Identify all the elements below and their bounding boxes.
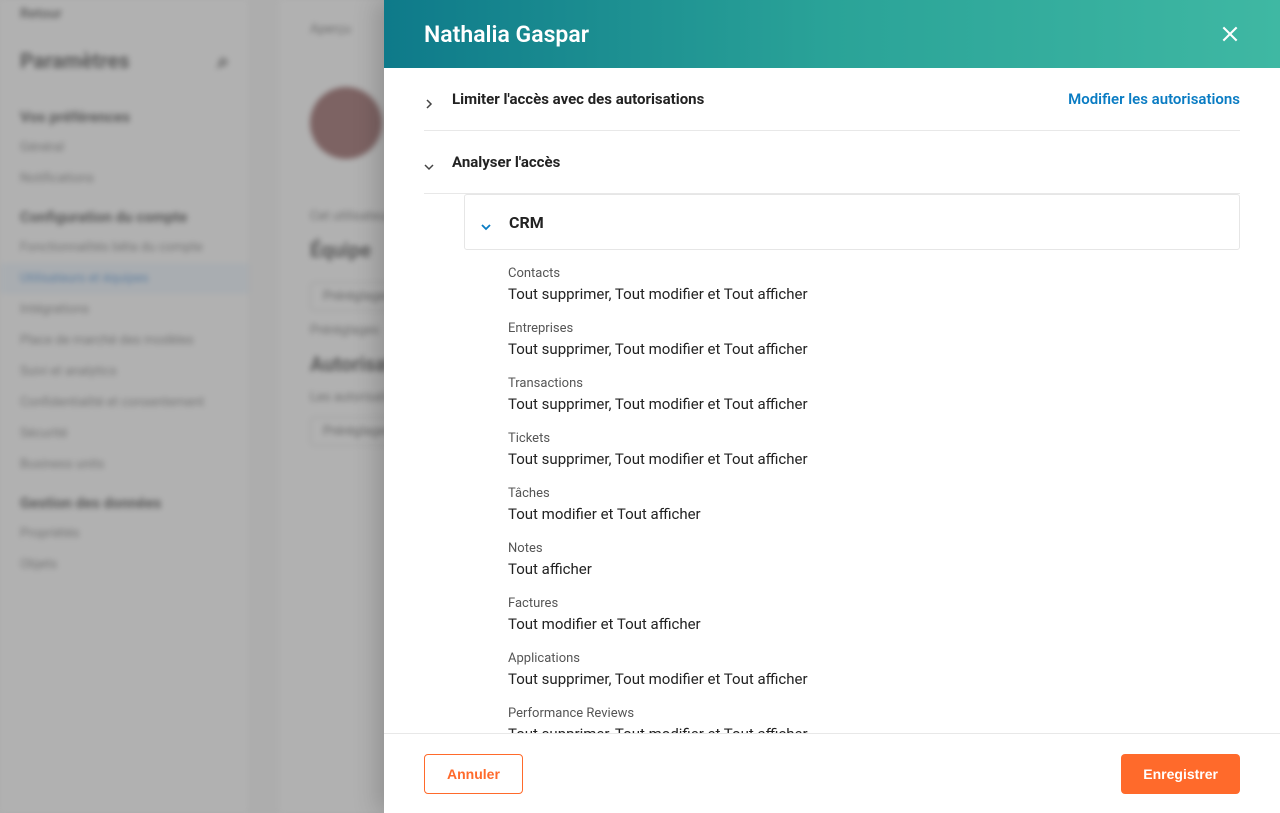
permission-value: Tout supprimer, Tout modifier et Tout af… (508, 725, 1240, 733)
crm-heading: CRM (509, 213, 544, 232)
permission-item: Applications Tout supprimer, Tout modifi… (508, 651, 1240, 688)
panel-title: Nathalia Gaspar (424, 21, 589, 48)
analyze-access-section[interactable]: Analyser l'accès (424, 131, 1240, 194)
permission-item: Transactions Tout supprimer, Tout modifi… (508, 376, 1240, 413)
save-button[interactable]: Enregistrer (1121, 754, 1240, 794)
permission-item: Performance Reviews Tout supprimer, Tout… (508, 706, 1240, 733)
permission-value: Tout supprimer, Tout modifier et Tout af… (508, 340, 1240, 358)
permission-value: Tout supprimer, Tout modifier et Tout af… (508, 395, 1240, 413)
cancel-button[interactable]: Annuler (424, 754, 523, 794)
permission-item: Tickets Tout supprimer, Tout modifier et… (508, 431, 1240, 468)
chevron-down-icon (481, 217, 491, 227)
analyze-access-content: CRM Contacts Tout supprimer, Tout modifi… (424, 194, 1240, 733)
permission-item: Factures Tout modifier et Tout afficher (508, 596, 1240, 633)
permission-label: Entreprises (508, 321, 1240, 336)
permission-label: Notes (508, 541, 1240, 556)
limit-access-title: Limiter l'accès avec des autorisations (452, 90, 704, 108)
permission-value: Tout supprimer, Tout modifier et Tout af… (508, 285, 1240, 303)
panel-header: Nathalia Gaspar (384, 0, 1280, 68)
permission-label: Transactions (508, 376, 1240, 391)
permission-item: Tâches Tout modifier et Tout afficher (508, 486, 1240, 523)
chevron-right-icon (424, 94, 434, 104)
permission-value: Tout modifier et Tout afficher (508, 615, 1240, 633)
user-permission-panel: Nathalia Gaspar Limiter l'accès avec des… (384, 0, 1280, 813)
permission-label: Applications (508, 651, 1240, 666)
permission-value: Tout supprimer, Tout modifier et Tout af… (508, 670, 1240, 688)
permission-label: Performance Reviews (508, 706, 1240, 721)
permission-item: Contacts Tout supprimer, Tout modifier e… (508, 266, 1240, 303)
permission-label: Contacts (508, 266, 1240, 281)
permission-item: Notes Tout afficher (508, 541, 1240, 578)
permission-label: Tickets (508, 431, 1240, 446)
analyze-access-title: Analyser l'accès (452, 153, 560, 171)
crm-section-header[interactable]: CRM (464, 194, 1240, 250)
permission-value: Tout supprimer, Tout modifier et Tout af… (508, 450, 1240, 468)
close-icon[interactable] (1220, 24, 1240, 44)
modify-permissions-link[interactable]: Modifier les autorisations (1068, 90, 1240, 108)
chevron-down-icon (424, 157, 434, 167)
panel-body: Limiter l'accès avec des autorisations M… (384, 68, 1280, 733)
permission-value: Tout modifier et Tout afficher (508, 505, 1240, 523)
permission-label: Tâches (508, 486, 1240, 501)
permission-item: Entreprises Tout supprimer, Tout modifie… (508, 321, 1240, 358)
permission-label: Factures (508, 596, 1240, 611)
crm-permission-list: Contacts Tout supprimer, Tout modifier e… (464, 266, 1240, 733)
limit-access-section[interactable]: Limiter l'accès avec des autorisations M… (424, 68, 1240, 131)
panel-footer: Annuler Enregistrer (384, 733, 1280, 813)
permission-value: Tout afficher (508, 560, 1240, 578)
